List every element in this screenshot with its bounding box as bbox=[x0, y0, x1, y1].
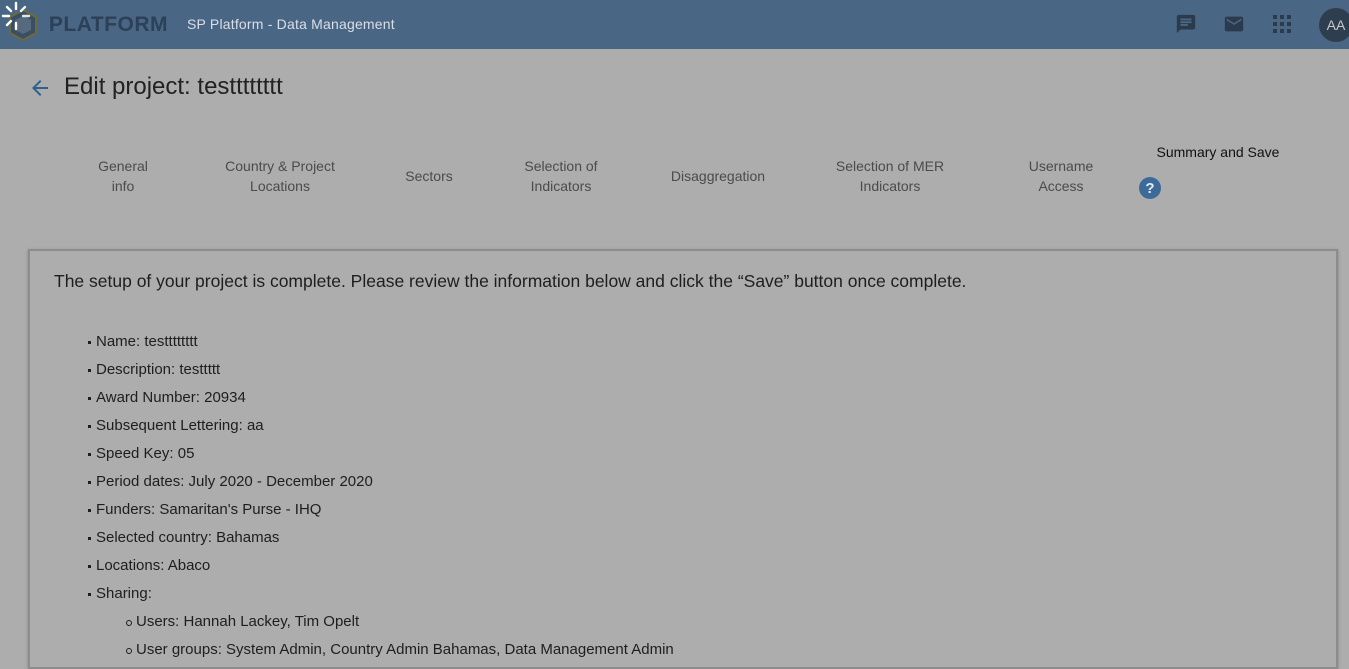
page-title: Edit project: testttttttt bbox=[64, 73, 283, 100]
platform-logo[interactable]: PLATFORM bbox=[8, 8, 168, 42]
summary-item-funders: Funders: Samaritan's Purse - IHQ bbox=[88, 499, 674, 527]
sharing-user-groups: User groups: System Admin, Country Admin… bbox=[126, 639, 674, 667]
step-summary-and-save[interactable]: Summary and Save bbox=[1148, 142, 1288, 162]
summary-item-sharing: Sharing: Users: Hannah Lackey, Tim Opelt… bbox=[88, 583, 674, 667]
step-sectors[interactable]: Sectors bbox=[389, 166, 469, 186]
summary-intro-text: The setup of your project is complete. P… bbox=[54, 271, 967, 291]
summary-item-speed-key: Speed Key: 05 bbox=[88, 443, 674, 471]
step-label: Country & Project bbox=[225, 158, 335, 174]
step-general-info[interactable]: General info bbox=[83, 156, 163, 196]
summary-list: Name: testttttttt Description: testtttt … bbox=[88, 331, 674, 667]
summary-item-subsequent-lettering: Subsequent Lettering: aa bbox=[88, 415, 674, 443]
step-label: General bbox=[98, 158, 148, 174]
step-label: info bbox=[111, 178, 135, 194]
step-label: Summary and Save bbox=[1156, 144, 1280, 160]
summary-item-selected-country: Selected country: Bahamas bbox=[88, 527, 674, 555]
step-selection-of-indicators[interactable]: Selection of Indicators bbox=[511, 156, 611, 196]
app-title: SP Platform - Data Management bbox=[187, 16, 395, 32]
step-label: Selection of bbox=[524, 158, 598, 174]
summary-item-name: Name: testttttttt bbox=[88, 331, 674, 359]
step-label: Indicators bbox=[859, 178, 921, 194]
logo-text: PLATFORM bbox=[48, 13, 168, 36]
summary-item-locations: Locations: Abaco bbox=[88, 555, 674, 583]
step-country-project-locations[interactable]: Country & Project Locations bbox=[215, 156, 345, 196]
step-label: Sectors bbox=[405, 168, 453, 184]
summary-item-period-dates: Period dates: July 2020 - December 2020 bbox=[88, 471, 674, 499]
mail-icon[interactable] bbox=[1222, 12, 1246, 36]
apps-grid-icon[interactable] bbox=[1270, 12, 1294, 36]
sharing-label: Sharing: bbox=[96, 585, 152, 602]
summary-card: The setup of your project is complete. P… bbox=[28, 249, 1338, 669]
user-avatar[interactable]: AA bbox=[1319, 8, 1349, 42]
step-label: Indicators bbox=[530, 178, 592, 194]
chat-icon[interactable] bbox=[1174, 12, 1198, 36]
top-app-bar: PLATFORM SP Platform - Data Management A bbox=[0, 0, 1349, 49]
loading-spinner-icon bbox=[0, 0, 32, 32]
step-label: Access bbox=[1038, 178, 1084, 194]
step-label: Selection of MER bbox=[835, 158, 945, 174]
step-selection-of-mer-indicators[interactable]: Selection of MER Indicators bbox=[825, 156, 955, 196]
step-label: Username bbox=[1028, 158, 1094, 174]
summary-item-description: Description: testtttt bbox=[88, 359, 674, 387]
sharing-users: Users: Hannah Lackey, Tim Opelt bbox=[126, 611, 674, 639]
back-arrow-icon[interactable] bbox=[28, 76, 52, 100]
help-icon[interactable]: ? bbox=[1139, 177, 1161, 199]
step-disaggregation[interactable]: Disaggregation bbox=[663, 166, 773, 186]
step-username-access[interactable]: Username Access bbox=[1016, 156, 1106, 196]
step-label: Locations bbox=[250, 178, 310, 194]
sharing-sub-list: Users: Hannah Lackey, Tim Opelt User gro… bbox=[126, 611, 674, 667]
summary-item-award-number: Award Number: 20934 bbox=[88, 387, 674, 415]
step-label: Disaggregation bbox=[670, 168, 766, 184]
